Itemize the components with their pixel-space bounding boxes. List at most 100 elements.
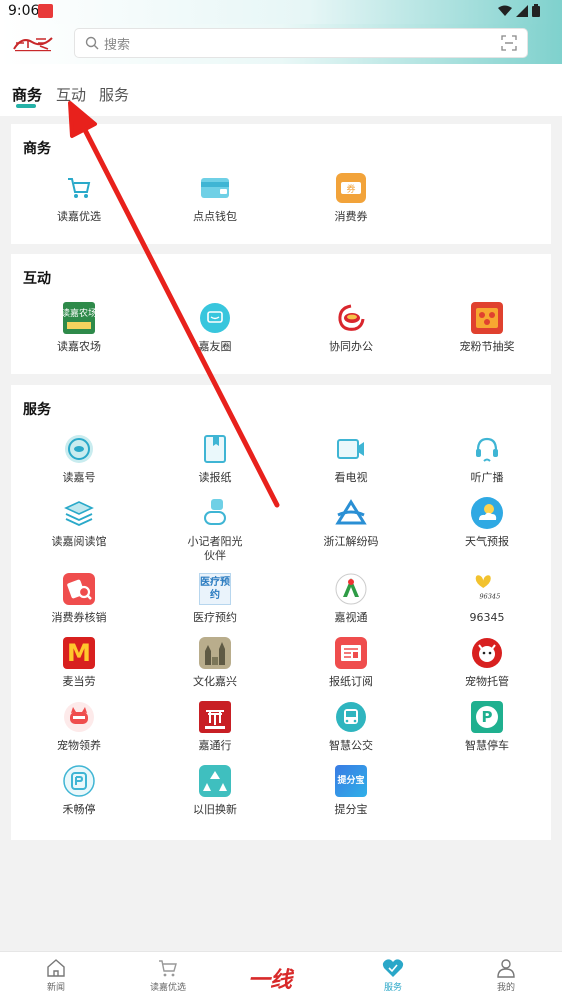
service-item-coupon[interactable]: 券 消费券 xyxy=(283,172,419,224)
item-label: 文化嘉兴 xyxy=(193,675,237,688)
service-item-medical[interactable]: 医疗预约 医疗预约 xyxy=(147,573,283,625)
medical-icon: 医疗预约 xyxy=(199,573,231,605)
item-label: 以旧换新 xyxy=(193,803,237,816)
item-label: 读嘉优选 xyxy=(57,210,101,223)
item-label: 嘉视通 xyxy=(334,611,368,624)
app-notification-icon xyxy=(38,4,53,18)
service-item-lottery[interactable]: 宠粉节抽奖 xyxy=(419,302,555,354)
item-label: 天气预报 xyxy=(465,535,509,548)
service-item-dispute-code[interactable]: 浙江解纷码 xyxy=(283,497,419,549)
bus-icon xyxy=(335,701,367,733)
parking-icon-text: P xyxy=(476,706,498,728)
service-item-dujiahao[interactable]: 读嘉号 xyxy=(11,433,147,485)
service-item-dujia-youxuan[interactable]: 读嘉优选 xyxy=(11,172,147,224)
service-item-subscription[interactable]: 报纸订阅 xyxy=(283,637,419,689)
service-item-smart-parking[interactable]: P 智慧停车 xyxy=(419,701,555,753)
tab-indicator xyxy=(16,104,36,108)
item-label: 消费券核销 xyxy=(51,611,107,624)
tab-services[interactable]: 服务 xyxy=(99,84,129,105)
search-input[interactable]: 搜索 xyxy=(75,29,527,57)
item-label: 智慧停车 xyxy=(465,739,509,752)
section-title: 服务 xyxy=(23,402,51,418)
item-label: 智慧公交 xyxy=(329,739,373,752)
item-label: 读报纸 xyxy=(198,471,232,484)
item-label: 读嘉号 xyxy=(62,471,96,484)
service-item-coupon-verify[interactable]: 消费券核销 xyxy=(11,573,147,625)
service-item-culture[interactable]: 文化嘉兴 xyxy=(147,637,283,689)
transit-icon xyxy=(199,701,231,733)
hotline-icon: 96345 xyxy=(471,573,503,605)
wifi-icon xyxy=(498,5,512,16)
svg-text:券: 券 xyxy=(346,183,355,195)
tab-interaction[interactable]: 互动 xyxy=(56,84,86,105)
yixian-logo[interactable]: 一线 xyxy=(248,962,292,994)
item-label: 麦当劳 xyxy=(62,675,96,688)
item-label: 宠粉节抽奖 xyxy=(459,340,515,353)
reporter-icon xyxy=(199,497,231,529)
item-label: 读嘉阅读馆 xyxy=(51,535,107,548)
item-label: 浙江解纷码 xyxy=(323,535,379,548)
mcdonalds-icon-text: M xyxy=(63,637,95,669)
service-item-jiashitong[interactable]: 嘉视通 xyxy=(283,573,419,625)
mcdonalds-icon: M xyxy=(63,637,95,669)
app-logo-icon[interactable] xyxy=(12,34,54,52)
item-label: 嘉通行 xyxy=(198,739,232,752)
service-item-smart-bus[interactable]: 智慧公交 xyxy=(283,701,419,753)
farm-icon-text: 读嘉农场 xyxy=(63,307,95,319)
account-icon xyxy=(63,433,95,465)
service-item-pet-care[interactable]: 宠物托管 xyxy=(419,637,555,689)
battery-icon xyxy=(532,4,540,17)
service-item-mcdonalds[interactable]: M 麦当劳 xyxy=(11,637,147,689)
service-item-pet-adopt[interactable]: 宠物领养 xyxy=(11,701,147,753)
search-icon xyxy=(85,36,99,50)
service-item-recycle[interactable]: 以旧换新 xyxy=(147,765,283,817)
service-item-newspaper[interactable]: 读报纸 xyxy=(147,433,283,485)
section-title: 互动 xyxy=(23,271,51,287)
shopping-cart-icon xyxy=(63,172,95,204)
item-label: 嘉友圈 xyxy=(198,340,232,353)
service-item-96345[interactable]: 96345 96345 xyxy=(419,573,555,625)
nav-label: 新闻 xyxy=(46,983,65,993)
status-icons xyxy=(498,4,540,17)
service-item-heting[interactable]: 禾畅停 xyxy=(11,765,147,817)
tab-business[interactable]: 商务 xyxy=(12,84,42,105)
cart-icon xyxy=(159,960,177,977)
nav-item-news[interactable]: 新闻 xyxy=(16,958,96,993)
service-item-reading-hall[interactable]: 读嘉阅读馆 xyxy=(11,497,147,549)
medical-icon-text: 医疗预约 xyxy=(199,573,231,605)
item-label: 小记者阳光伙伴 xyxy=(187,535,243,562)
pet-adopt-icon xyxy=(63,701,95,733)
service-item-tv[interactable]: 看电视 xyxy=(283,433,419,485)
service-item-reporter[interactable]: 小记者阳光伙伴 xyxy=(147,497,283,563)
service-item-transit[interactable]: 嘉通行 xyxy=(147,701,283,753)
nav-item-services[interactable]: 服务 xyxy=(353,958,433,993)
nav-item-dujia-youxuan[interactable]: 读嘉优选 xyxy=(128,958,208,993)
nav-label: 读嘉优选 xyxy=(149,983,186,993)
item-label: 听广播 xyxy=(470,471,504,484)
category-tabs: 商务 互动 服务 xyxy=(0,64,562,116)
bottom-nav: 新闻 读嘉优选 一线 服务 我的 xyxy=(0,951,562,999)
reading-icon xyxy=(63,497,95,529)
item-label: 禾畅停 xyxy=(62,803,96,816)
service-item-office[interactable]: 协同办公 xyxy=(283,302,419,354)
chat-circle-icon xyxy=(199,302,231,334)
wallet-icon xyxy=(199,172,231,204)
item-label: 读嘉农场 xyxy=(57,340,101,353)
item-label: 看电视 xyxy=(334,471,368,484)
service-item-diandian-wallet[interactable]: 点点钱包 xyxy=(147,172,283,224)
culture-icon xyxy=(199,637,231,669)
scan-icon[interactable] xyxy=(501,35,517,51)
service-item-tifenbao[interactable]: 提分宝 提分宝 xyxy=(283,765,419,817)
nav-item-mine[interactable]: 我的 xyxy=(466,958,546,993)
radio-icon xyxy=(471,433,503,465)
hotline-icon-text: 96345 xyxy=(479,592,500,600)
item-label: 提分宝 xyxy=(334,803,368,816)
service-item-radio[interactable]: 听广播 xyxy=(419,433,555,485)
coupon-icon: 券 xyxy=(335,172,367,204)
weather-icon xyxy=(471,497,503,529)
service-item-farm[interactable]: 读嘉农场 读嘉农场 xyxy=(11,302,147,354)
recycle-icon xyxy=(199,765,231,797)
service-item-weather[interactable]: 天气预报 xyxy=(419,497,555,549)
search-placeholder: 搜索 xyxy=(104,38,131,53)
service-item-jiayouquan[interactable]: 嘉友圈 xyxy=(147,302,283,354)
